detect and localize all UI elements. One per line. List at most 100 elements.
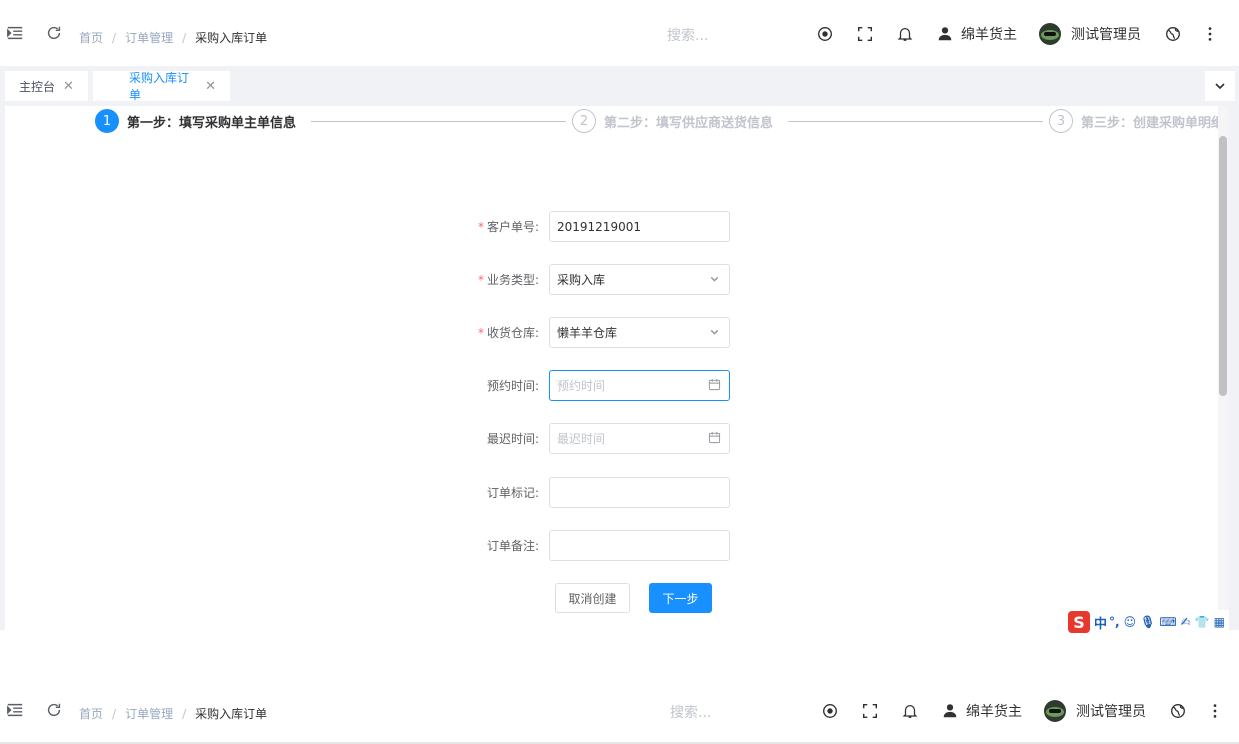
content-panel: 1 第一步：填写采购单主单信息 2 第二步：填写供应商送货信息 3 第三步：创建… (5, 106, 1228, 630)
form-row-latest-time: 最迟时间: 最迟时间 (475, 423, 730, 454)
latest-time-picker[interactable]: 最迟时间 (549, 423, 730, 454)
steps: 1 第一步：填写采购单主单信息 2 第二步：填写供应商送货信息 3 第三步：创建… (95, 106, 1228, 136)
record-icon[interactable] (815, 24, 835, 44)
punctuation-icon[interactable]: °, (1109, 615, 1120, 629)
ime-toolbar[interactable]: S 中 °, ☺ 🎙 ⌨ ✍ 👕 ▦ (1066, 610, 1230, 634)
owner-name[interactable]: 绵羊货主 (961, 24, 1017, 44)
bell-icon[interactable] (900, 701, 920, 721)
step-number: 2 (572, 109, 596, 133)
hamburger-icon[interactable] (5, 700, 25, 720)
toolbox-icon[interactable]: ▦ (1214, 615, 1225, 629)
breadcrumb-home[interactable]: 首页 (79, 29, 103, 46)
sogou-logo-icon[interactable]: S (1068, 611, 1090, 633)
breadcrumb-separator: / (182, 706, 187, 721)
warehouse-label-text: 收货仓库: (486, 326, 539, 340)
warehouse-label: * 收货仓库: (475, 324, 549, 341)
tag-purchase-order[interactable]: 采购入库订单 ✕ (93, 71, 230, 102)
step-1: 1 第一步：填写采购单主单信息 (95, 109, 296, 133)
form-row-customer-no: * 客户单号: 20191219001 (475, 211, 730, 242)
breadcrumb-current: 采购入库订单 (195, 31, 268, 45)
customer-no-label-text: 客户单号: (486, 220, 539, 234)
order-remark-label: 订单备注: (486, 539, 539, 553)
bottom-navbar: 首页 / 订单管理 / 采购入库订单 搜索... 绵羊货主 测试管理员 (0, 678, 1239, 744)
required-mark: * (477, 220, 484, 234)
fullscreen-icon[interactable] (860, 701, 880, 721)
next-step-button[interactable]: 下一步 (649, 583, 712, 613)
customer-no-label: * 客户单号: (475, 218, 549, 235)
owner-name[interactable]: 绵羊货主 (966, 701, 1022, 721)
tag-label: 采购入库订单 (129, 71, 190, 102)
admin-name[interactable]: 测试管理员 (1076, 701, 1146, 721)
breadcrumb-home[interactable]: 首页 (79, 705, 103, 722)
customer-no-value: 20191219001 (557, 219, 641, 234)
breadcrumb-order-management[interactable]: 订单管理 (125, 29, 173, 46)
chevron-down-icon (1215, 83, 1225, 90)
breadcrumb-order-management[interactable]: 订单管理 (125, 705, 173, 722)
user-icon[interactable] (935, 24, 955, 44)
tags-dropdown-button[interactable] (1205, 71, 1235, 101)
refresh-icon[interactable] (44, 700, 64, 720)
cancel-create-button[interactable]: 取消创建 (555, 583, 630, 613)
appoint-time-label: 预约时间: (486, 379, 539, 393)
order-mark-input[interactable] (549, 477, 730, 508)
refresh-icon[interactable] (44, 23, 64, 43)
latest-time-label: 最迟时间: (486, 432, 539, 446)
globe-icon[interactable] (1163, 24, 1183, 44)
emoji-icon[interactable]: ☺ (1124, 615, 1137, 629)
fullscreen-icon[interactable] (855, 24, 875, 44)
form-row-appoint-time: 预约时间: 预约时间 (475, 370, 730, 401)
step-title: 第三步：创建采购单明细信息 (1081, 115, 1228, 131)
step-number: 3 (1049, 109, 1073, 133)
handwrite-icon[interactable]: ✍ (1181, 615, 1191, 629)
chevron-down-icon (708, 325, 721, 341)
close-icon[interactable]: ✕ (205, 79, 216, 94)
required-mark: * (477, 273, 484, 287)
navbar-actions: 绵羊货主 测试管理员 (820, 700, 1225, 722)
warehouse-value: 懒羊羊仓库 (557, 326, 618, 340)
more-vertical-icon[interactable] (1205, 701, 1225, 721)
avatar[interactable] (1039, 23, 1061, 45)
microphone-icon[interactable]: 🎙 (1140, 615, 1155, 629)
form-row-biz-type: * 业务类型: 采购入库 (475, 264, 730, 295)
breadcrumb-separator: / (112, 706, 117, 721)
step-title: 第二步：填写供应商送货信息 (604, 115, 774, 131)
tag-dashboard[interactable]: 主控台 ✕ (5, 71, 88, 101)
scrollbar-thumb[interactable] (1219, 136, 1227, 396)
ime-lang[interactable]: 中 (1094, 613, 1107, 632)
calendar-icon (708, 431, 721, 447)
biz-type-label: * 业务类型: (475, 271, 549, 288)
step-3: 3 第三步：创建采购单明细信息 (1049, 109, 1228, 133)
navbar-actions: 绵羊货主 测试管理员 (815, 23, 1220, 45)
breadcrumb: 首页 / 订单管理 / 采购入库订单 (79, 29, 267, 46)
record-icon[interactable] (820, 701, 840, 721)
admin-name[interactable]: 测试管理员 (1071, 24, 1141, 44)
search-input[interactable]: 搜索... (670, 702, 711, 722)
latest-time-placeholder: 最迟时间 (557, 432, 606, 446)
skin-icon[interactable]: 👕 (1195, 615, 1210, 629)
biz-type-value: 采购入库 (557, 273, 606, 287)
scrollbar[interactable] (1218, 106, 1228, 630)
keyboard-icon[interactable]: ⌨ (1159, 615, 1176, 629)
biz-type-select[interactable]: 采购入库 (549, 264, 730, 295)
warehouse-select[interactable]: 懒羊羊仓库 (549, 317, 730, 348)
top-navbar: 首页 / 订单管理 / 采购入库订单 搜索... 绵羊货主 测试管理员 (0, 0, 1239, 66)
appoint-time-picker[interactable]: 预约时间 (549, 370, 730, 401)
hamburger-icon[interactable] (5, 23, 25, 43)
globe-icon[interactable] (1168, 701, 1188, 721)
user-icon[interactable] (940, 701, 960, 721)
form-row-order-mark: 订单标记: (475, 477, 730, 508)
customer-no-input[interactable]: 20191219001 (549, 211, 730, 242)
breadcrumb-separator: / (112, 30, 117, 45)
search-input[interactable]: 搜索... (667, 25, 708, 45)
tags-view: 主控台 ✕ 采购入库订单 ✕ (0, 66, 1239, 106)
more-vertical-icon[interactable] (1200, 24, 1220, 44)
step-2: 2 第二步：填写供应商送货信息 (572, 109, 773, 133)
bell-icon[interactable] (895, 24, 915, 44)
required-mark: * (477, 326, 484, 340)
order-remark-input[interactable] (549, 530, 730, 561)
close-icon[interactable]: ✕ (63, 79, 74, 94)
avatar[interactable] (1044, 700, 1066, 722)
step-divider (788, 121, 1043, 122)
form-row-order-remark: 订单备注: (475, 530, 730, 561)
biz-type-label-text: 业务类型: (486, 273, 539, 287)
